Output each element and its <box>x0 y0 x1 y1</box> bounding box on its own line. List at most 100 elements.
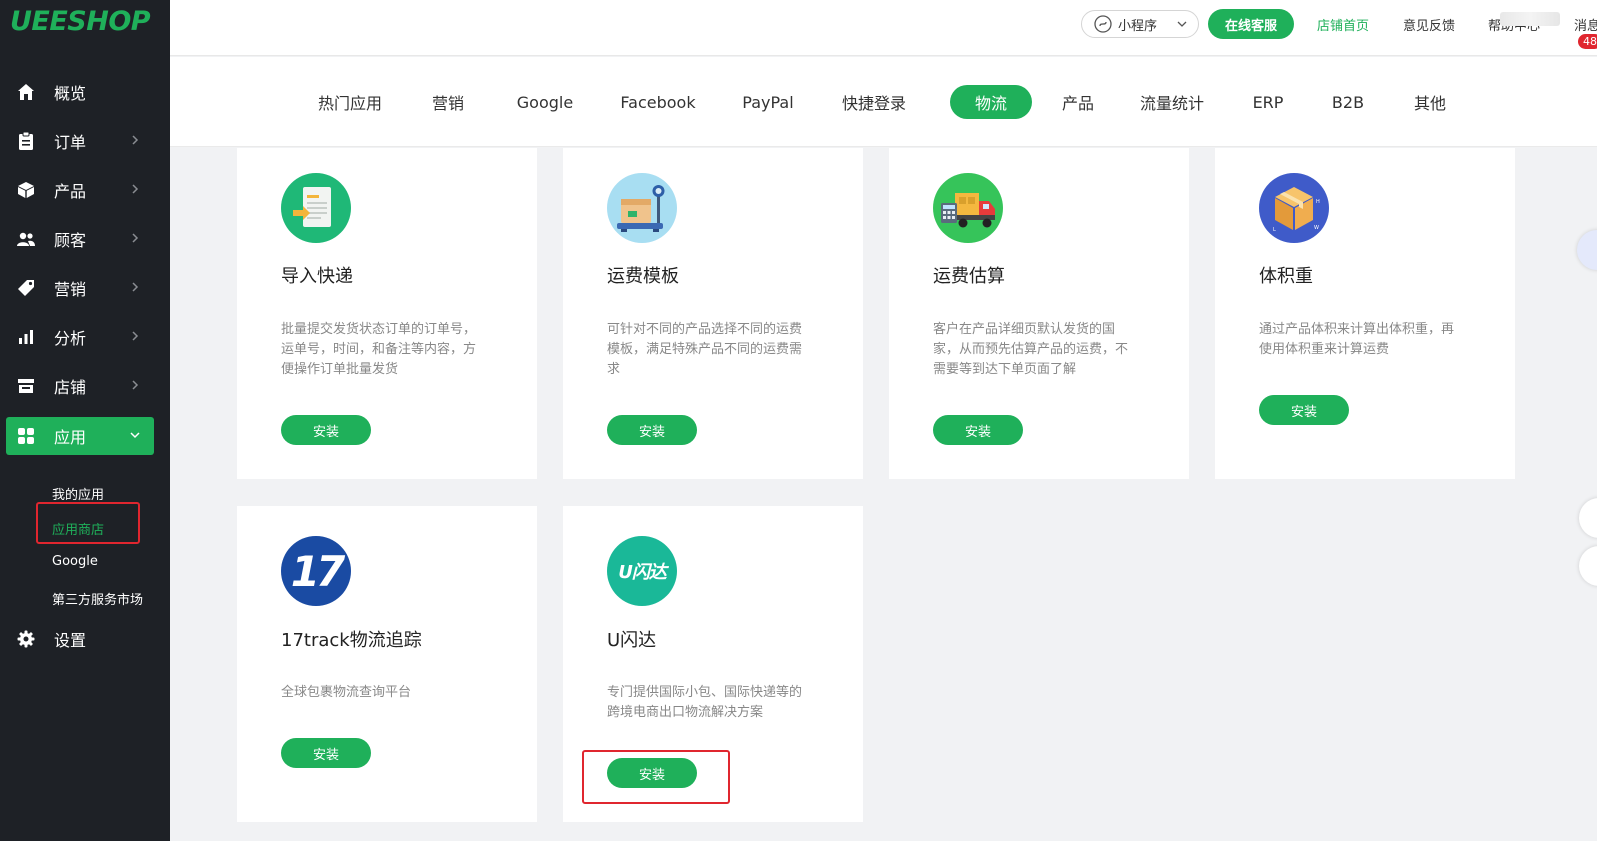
chevron-right-icon <box>132 184 139 194</box>
sidebar-subitem-my-apps[interactable]: 我的应用 <box>52 484 104 503</box>
install-button[interactable]: 安装 <box>281 738 371 768</box>
chevron-down-icon <box>130 432 140 439</box>
svg-text:H: H <box>1316 199 1320 205</box>
brand-logo[interactable]: UEESHOP <box>10 6 151 37</box>
gear-icon <box>16 629 36 649</box>
app-description: 专门提供国际小包、国际快递等的跨境电商出口物流解决方案 <box>607 685 803 720</box>
sidebar-item-label: 概览 <box>54 84 87 103</box>
truck-icon <box>933 173 1003 243</box>
tab-paypal[interactable]: PayPal <box>730 85 806 119</box>
sidebar: UEESHOP 概览 订单 产品 顾客 营销 分析 店铺 应用 我的应用 应用商… <box>0 0 170 841</box>
app-description: 可针对不同的产品选择不同的运费模板，满足特殊产品不同的运费需求 <box>607 322 803 377</box>
sidebar-item-analytics[interactable]: 分析 <box>6 318 154 356</box>
bar-chart-icon <box>16 327 36 347</box>
app-description: 通过产品体积来计算出体积重，再使用体积重来计算运费 <box>1259 322 1455 357</box>
tab-hot-apps[interactable]: 热门应用 <box>310 85 390 119</box>
floating-widget[interactable] <box>1579 498 1597 538</box>
app-description: 批量提交发货状态订单的订单号，运单号，时间，和备注等内容，方便操作订单批量发货 <box>281 322 477 377</box>
app-title: U闪达 <box>607 630 657 651</box>
ushanda-logo-icon: U闪达 <box>607 536 677 606</box>
chevron-right-icon <box>132 282 139 292</box>
store-icon <box>16 376 36 396</box>
app-title: 体积重 <box>1259 266 1313 287</box>
sidebar-item-customers[interactable]: 顾客 <box>6 220 154 258</box>
home-icon <box>16 82 36 102</box>
sidebar-subitem-third-party[interactable]: 第三方服务市场 <box>52 589 143 608</box>
tag-icon <box>16 278 36 298</box>
app-title: 导入快递 <box>281 266 353 287</box>
sidebar-item-label: 分析 <box>54 329 87 348</box>
tab-logistics[interactable]: 物流 <box>950 85 1032 119</box>
tab-erp[interactable]: ERP <box>1240 85 1296 119</box>
sidebar-item-label: 应用 <box>54 428 87 447</box>
sidebar-item-settings[interactable]: 设置 <box>6 620 154 658</box>
messages-label: 消息 <box>1574 19 1597 34</box>
app-card: U闪达 U闪达 专门提供国际小包、国际快递等的跨境电商出口物流解决方案 安装 <box>563 506 863 822</box>
tab-b2b[interactable]: B2B <box>1320 85 1376 119</box>
floating-share-widget[interactable] <box>1579 546 1597 586</box>
app-title: 运费估算 <box>933 266 1005 287</box>
chevron-right-icon <box>132 380 139 390</box>
chevron-right-icon <box>132 331 139 341</box>
sidebar-item-label: 顾客 <box>54 231 87 250</box>
floating-chat-widget[interactable] <box>1577 230 1597 270</box>
messages-link[interactable]: 消息48 <box>1574 15 1597 49</box>
install-button[interactable]: 安装 <box>607 415 697 445</box>
top-bar: 小程序 在线客服 店铺首页 意见反馈 帮助中心 消息48 <box>170 0 1597 56</box>
tab-marketing[interactable]: 营销 <box>418 85 478 119</box>
install-button[interactable]: 安装 <box>607 758 697 788</box>
store-home-link[interactable]: 店铺首页 <box>1317 15 1369 34</box>
sidebar-item-orders[interactable]: 订单 <box>6 122 154 160</box>
app-card: 17 17track物流追踪 全球包裹物流查询平台 安装 <box>237 506 537 822</box>
tab-other[interactable]: 其他 <box>1402 85 1458 119</box>
app-description: 客户在产品详细页默认发货的国家，从而预先估算产品的运费，不需要等到达下单页面了解 <box>933 322 1129 377</box>
sidebar-item-overview[interactable]: 概览 <box>6 73 154 111</box>
tab-traffic-stats[interactable]: 流量统计 <box>1130 85 1214 119</box>
sidebar-item-label: 店铺 <box>54 378 87 397</box>
sidebar-item-products[interactable]: 产品 <box>6 171 154 209</box>
install-button[interactable]: 安装 <box>1259 395 1349 425</box>
sidebar-item-label: 营销 <box>54 280 87 299</box>
sidebar-subitem-app-store[interactable]: 应用商店 <box>52 519 104 538</box>
apps-icon <box>16 426 36 446</box>
mini-program-label: 小程序 <box>1118 18 1158 34</box>
tab-facebook[interactable]: Facebook <box>610 85 706 119</box>
app-title: 17track物流追踪 <box>281 630 422 651</box>
sidebar-item-apps[interactable]: 应用 <box>6 417 154 455</box>
chevron-down-icon <box>1177 21 1187 27</box>
app-title: 运费模板 <box>607 266 679 287</box>
chevron-right-icon <box>132 135 139 145</box>
user-account-blurred[interactable] <box>1500 12 1560 26</box>
ushanda-logo-text: U闪达 <box>618 562 667 583</box>
app-card: 导入快递 批量提交发货状态订单的订单号，运单号，时间，和备注等内容，方便操作订单… <box>237 148 537 479</box>
install-button[interactable]: 安装 <box>281 415 371 445</box>
svg-text:L: L <box>1273 227 1276 233</box>
app-description: 全球包裹物流查询平台 <box>281 685 412 700</box>
clipboard-icon <box>16 131 36 151</box>
app-card: L W H 体积重 通过产品体积来计算出体积重，再使用体积重来计算运费 安装 <box>1215 148 1515 479</box>
users-icon <box>16 229 36 249</box>
tab-products[interactable]: 产品 <box>1050 85 1106 119</box>
sidebar-item-marketing[interactable]: 营销 <box>6 269 154 307</box>
category-tabs: 热门应用 营销 Google Facebook PayPal 快捷登录 物流 产… <box>170 57 1597 147</box>
svg-text:W: W <box>1314 225 1319 231</box>
app-card: 运费模板 可针对不同的产品选择不同的运费模板，满足特殊产品不同的运费需求 安装 <box>563 148 863 479</box>
sidebar-item-label: 设置 <box>54 631 87 650</box>
scale-icon <box>607 173 677 243</box>
app-card: 运费估算 客户在产品详细页默认发货的国家，从而预先估算产品的运费，不需要等到达下… <box>889 148 1189 479</box>
sidebar-item-store[interactable]: 店铺 <box>6 367 154 405</box>
box-icon <box>16 180 36 200</box>
package-icon: L W H <box>1259 173 1329 243</box>
import-express-icon <box>281 173 351 243</box>
message-count-badge: 48 <box>1578 34 1597 49</box>
tab-quick-login[interactable]: 快捷登录 <box>832 85 916 119</box>
mini-program-icon <box>1094 15 1112 33</box>
mini-program-dropdown[interactable]: 小程序 <box>1081 10 1199 38</box>
install-button[interactable]: 安装 <box>933 415 1023 445</box>
sidebar-subitem-google[interactable]: Google <box>52 554 98 569</box>
online-service-button[interactable]: 在线客服 <box>1208 9 1294 39</box>
chevron-right-icon <box>132 233 139 243</box>
sidebar-item-label: 订单 <box>54 133 87 152</box>
feedback-link[interactable]: 意见反馈 <box>1403 15 1455 34</box>
tab-google[interactable]: Google <box>505 85 585 119</box>
